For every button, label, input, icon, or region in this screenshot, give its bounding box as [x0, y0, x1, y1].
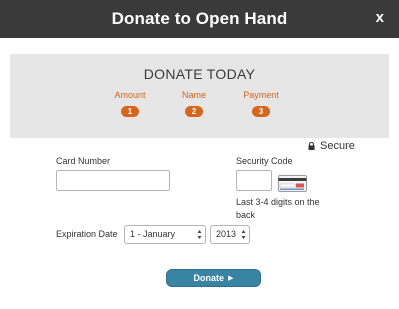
banner-title: DONATE TODAY — [143, 66, 256, 82]
step-number-badge: 1 — [121, 106, 139, 117]
donate-button[interactable]: Donate ▶ — [166, 269, 261, 287]
step-name: Name 2 — [164, 90, 224, 119]
secure-label: Secure — [320, 140, 355, 152]
expiration-year-value: 2013 — [216, 229, 237, 239]
donate-modal: Donate to Open Hand x DONATE TODAY Amoun… — [0, 0, 399, 309]
security-code-input[interactable] — [236, 170, 272, 191]
step-label: Payment — [243, 90, 279, 100]
card-number-label: Card Number — [56, 156, 111, 166]
card-number-input[interactable] — [56, 170, 170, 191]
secure-indicator: Secure — [308, 140, 355, 152]
select-arrows-icon — [241, 230, 246, 239]
expiration-month-value: 1 - January — [130, 229, 176, 239]
security-code-help: Last 3-4 digits on the back — [236, 197, 320, 220]
step-payment: Payment 3 — [231, 90, 291, 119]
step-amount: Amount 1 — [100, 90, 160, 119]
modal-title: Donate to Open Hand — [111, 9, 288, 28]
modal-header: Donate to Open Hand x — [0, 0, 399, 38]
caret-right-icon: ▶ — [228, 275, 234, 282]
expiration-date-label: Expiration Date — [56, 229, 118, 239]
step-number-badge: 3 — [252, 106, 270, 117]
step-label: Amount — [114, 90, 146, 100]
step-label: Name — [181, 90, 206, 100]
expiration-month-select[interactable]: 1 - January — [124, 225, 206, 244]
donate-button-label: Donate — [193, 273, 225, 283]
security-code-label: Security Code — [236, 156, 293, 166]
lock-icon — [308, 142, 315, 150]
expiration-year-select[interactable]: 2013 — [210, 225, 250, 244]
card-security-icon — [278, 175, 307, 192]
close-icon[interactable]: x — [376, 9, 384, 26]
step-number-badge: 2 — [185, 106, 203, 117]
select-arrows-icon — [197, 230, 202, 239]
donate-banner: DONATE TODAY Amount 1 Name 2 Payment 3 — [10, 54, 389, 138]
